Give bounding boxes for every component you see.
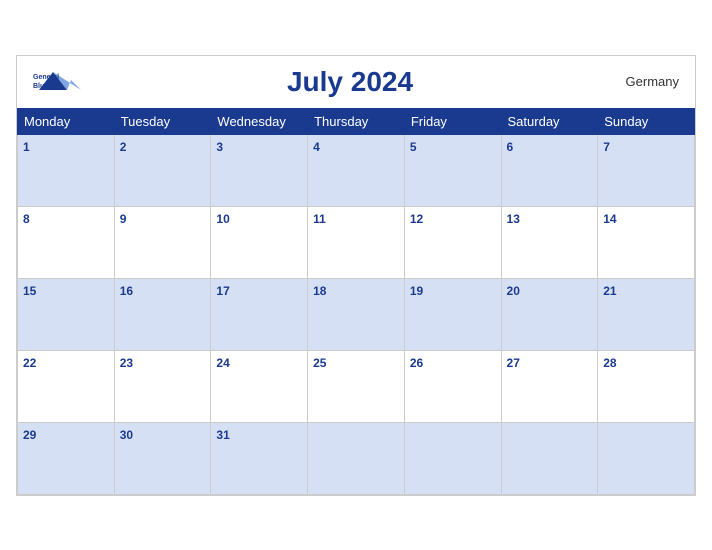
header-wednesday: Wednesday (211, 108, 308, 134)
week-row-4: 22 23 24 25 26 27 28 (18, 350, 695, 422)
logo-area: General Blue (33, 66, 81, 96)
empty-cell (404, 422, 501, 494)
day-cell-28: 28 (598, 350, 695, 422)
day-cell-17: 17 (211, 278, 308, 350)
day-cell-3: 3 (211, 134, 308, 206)
header-monday: Monday (18, 108, 115, 134)
day-cell-24: 24 (211, 350, 308, 422)
day-number-15: 15 (23, 284, 36, 298)
day-cell-29: 29 (18, 422, 115, 494)
day-number-21: 21 (603, 284, 616, 298)
day-number-28: 28 (603, 356, 616, 370)
calendar-table: Monday Tuesday Wednesday Thursday Friday… (17, 108, 695, 495)
day-cell-21: 21 (598, 278, 695, 350)
day-cell-12: 12 (404, 206, 501, 278)
week-row-1: 1 2 3 4 5 6 7 (18, 134, 695, 206)
week-row-3: 15 16 17 18 19 20 21 (18, 278, 695, 350)
day-number-29: 29 (23, 428, 36, 442)
day-number-23: 23 (120, 356, 133, 370)
day-number-20: 20 (507, 284, 520, 298)
day-number-30: 30 (120, 428, 133, 442)
header-sunday: Sunday (598, 108, 695, 134)
day-cell-13: 13 (501, 206, 598, 278)
day-cell-4: 4 (308, 134, 405, 206)
week-row-5: 29 30 31 (18, 422, 695, 494)
calendar-header: General Blue July 2024 Germany (17, 56, 695, 102)
header-thursday: Thursday (308, 108, 405, 134)
day-number-19: 19 (410, 284, 423, 298)
day-cell-10: 10 (211, 206, 308, 278)
svg-text:General: General (33, 74, 59, 81)
day-number-26: 26 (410, 356, 423, 370)
day-number-7: 7 (603, 140, 610, 154)
day-cell-2: 2 (114, 134, 211, 206)
day-cell-1: 1 (18, 134, 115, 206)
header-tuesday: Tuesday (114, 108, 211, 134)
day-number-17: 17 (216, 284, 229, 298)
day-cell-25: 25 (308, 350, 405, 422)
day-number-8: 8 (23, 212, 30, 226)
day-cell-30: 30 (114, 422, 211, 494)
day-cell-14: 14 (598, 206, 695, 278)
header-saturday: Saturday (501, 108, 598, 134)
day-cell-9: 9 (114, 206, 211, 278)
empty-cell (308, 422, 405, 494)
weekday-header-row: Monday Tuesday Wednesday Thursday Friday… (18, 108, 695, 134)
day-number-14: 14 (603, 212, 616, 226)
day-number-6: 6 (507, 140, 514, 154)
day-number-13: 13 (507, 212, 520, 226)
day-number-16: 16 (120, 284, 133, 298)
general-blue-logo: General Blue (33, 66, 81, 96)
day-number-18: 18 (313, 284, 326, 298)
header-friday: Friday (404, 108, 501, 134)
day-cell-18: 18 (308, 278, 405, 350)
day-number-25: 25 (313, 356, 326, 370)
country-label: Germany (619, 74, 679, 89)
day-number-12: 12 (410, 212, 423, 226)
day-cell-5: 5 (404, 134, 501, 206)
empty-cell (501, 422, 598, 494)
day-number-2: 2 (120, 140, 127, 154)
day-cell-15: 15 (18, 278, 115, 350)
day-cell-6: 6 (501, 134, 598, 206)
day-cell-19: 19 (404, 278, 501, 350)
day-number-27: 27 (507, 356, 520, 370)
title-area: July 2024 (81, 66, 619, 98)
week-row-2: 8 9 10 11 12 13 14 (18, 206, 695, 278)
day-number-31: 31 (216, 428, 229, 442)
day-number-3: 3 (216, 140, 223, 154)
svg-text:Blue: Blue (33, 83, 48, 90)
day-cell-11: 11 (308, 206, 405, 278)
day-cell-8: 8 (18, 206, 115, 278)
day-cell-23: 23 (114, 350, 211, 422)
empty-cell (598, 422, 695, 494)
day-cell-7: 7 (598, 134, 695, 206)
day-cell-20: 20 (501, 278, 598, 350)
day-cell-27: 27 (501, 350, 598, 422)
day-number-22: 22 (23, 356, 36, 370)
day-number-1: 1 (23, 140, 30, 154)
day-cell-22: 22 (18, 350, 115, 422)
day-cell-26: 26 (404, 350, 501, 422)
day-number-11: 11 (313, 212, 326, 226)
calendar-container: General Blue July 2024 Germany Monday Tu… (16, 55, 696, 496)
calendar-title: July 2024 (81, 66, 619, 98)
day-number-4: 4 (313, 140, 320, 154)
day-number-24: 24 (216, 356, 229, 370)
day-cell-16: 16 (114, 278, 211, 350)
day-number-10: 10 (216, 212, 229, 226)
day-number-9: 9 (120, 212, 127, 226)
day-cell-31: 31 (211, 422, 308, 494)
day-number-5: 5 (410, 140, 417, 154)
